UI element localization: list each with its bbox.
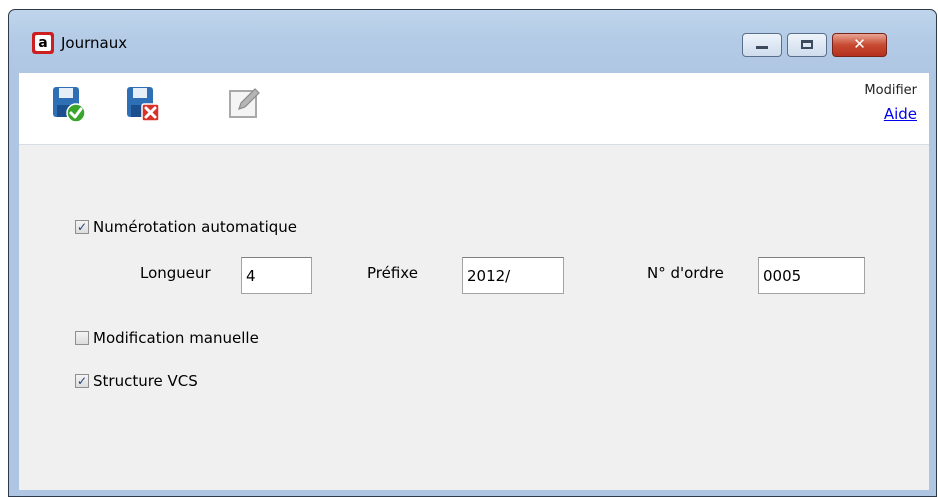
save-cancel-icon[interactable] — [125, 85, 161, 123]
close-button[interactable]: ✕ — [832, 33, 887, 57]
app-logo-icon: a — [32, 32, 54, 54]
maximize-icon — [801, 40, 813, 49]
length-label: Longueur — [140, 264, 211, 282]
manual-edit-row[interactable]: Modification manuelle — [75, 329, 259, 347]
edit-icon[interactable] — [227, 85, 263, 123]
length-field[interactable]: 4 — [241, 257, 312, 294]
order-number-field[interactable]: 0005 — [758, 257, 865, 294]
prefix-field[interactable]: 2012/ — [462, 257, 564, 294]
save-valid-icon[interactable] — [51, 85, 87, 123]
minimize-button[interactable] — [742, 33, 782, 57]
vcs-structure-checkbox[interactable]: ✓ — [75, 374, 89, 388]
order-number-label: N° d'ordre — [647, 264, 724, 282]
auto-numbering-row[interactable]: ✓ Numérotation automatique — [75, 218, 297, 236]
window-title: Journaux — [61, 34, 128, 52]
mode-label: Modifier — [864, 83, 917, 98]
minimize-icon — [756, 46, 768, 49]
vcs-structure-label: Structure VCS — [93, 372, 198, 390]
toolbar: Modifier Aide — [19, 73, 929, 145]
maximize-button[interactable] — [787, 33, 827, 57]
manual-edit-checkbox[interactable] — [75, 331, 89, 345]
auto-numbering-label: Numérotation automatique — [93, 218, 298, 236]
prefix-label: Préfixe — [367, 264, 418, 282]
title-bar[interactable]: a Journaux ✕ — [9, 10, 936, 70]
form-panel: ✓ Numérotation automatique Longueur 4 Pr… — [19, 145, 929, 490]
help-link[interactable]: Aide — [884, 105, 917, 123]
manual-edit-label: Modification manuelle — [93, 329, 259, 347]
vcs-structure-row[interactable]: ✓ Structure VCS — [75, 372, 198, 390]
journaux-window: a Journaux ✕ Modifier Aide ✓ Numérotatio… — [8, 9, 937, 497]
auto-numbering-checkbox[interactable]: ✓ — [75, 220, 89, 234]
close-icon: ✕ — [853, 35, 866, 53]
